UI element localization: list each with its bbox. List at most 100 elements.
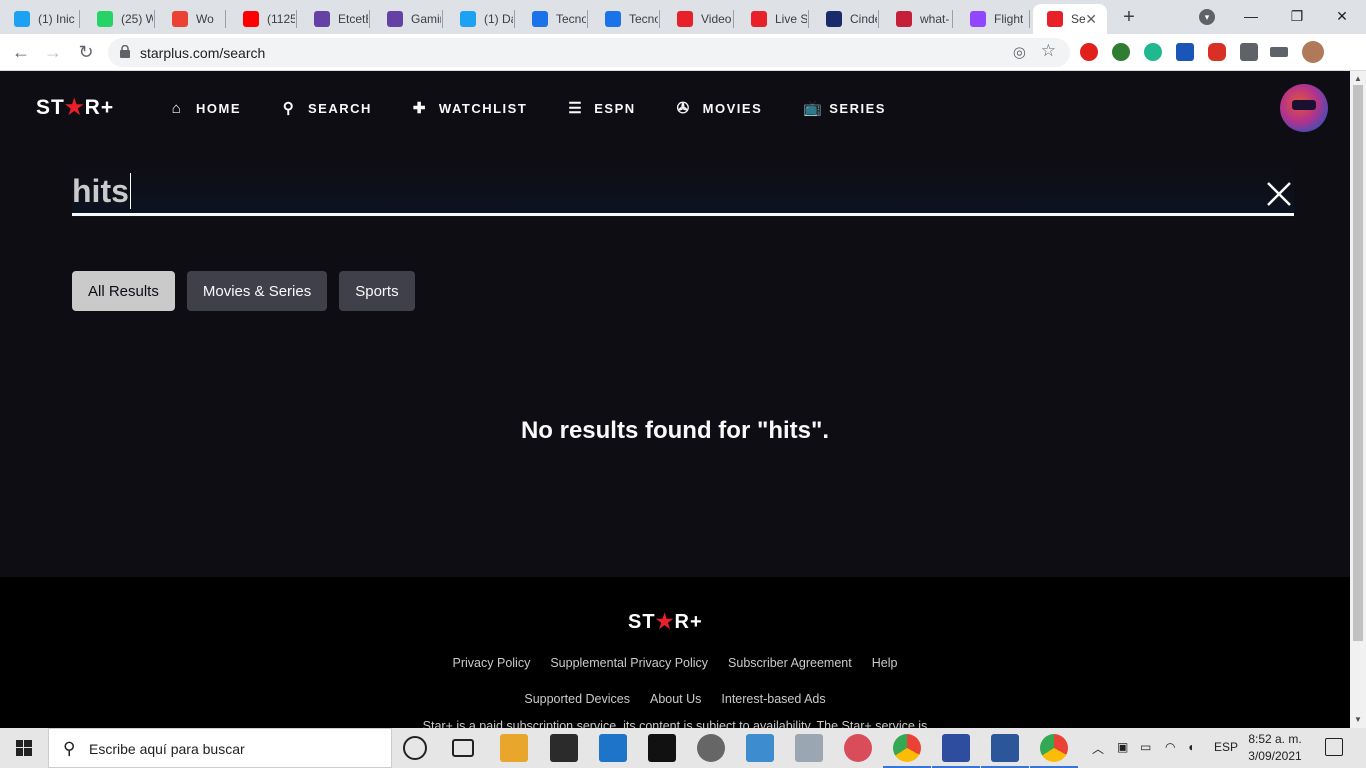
- extension-refresh-icon[interactable]: [1144, 43, 1162, 61]
- browser-tab[interactable]: EtcetE: [300, 4, 368, 34]
- url-text[interactable]: starplus.com/search: [140, 45, 265, 61]
- nav-item-watchlist[interactable]: ✚ WATCHLIST: [413, 99, 527, 117]
- tab-separator: [369, 10, 370, 28]
- extension-tag-icon[interactable]: [1176, 43, 1194, 61]
- cortana-icon[interactable]: [403, 736, 427, 760]
- system-clock[interactable]: 8:52 a. m. 3/09/2021: [1240, 731, 1310, 765]
- volume-icon[interactable]: ◖: [1187, 740, 1194, 754]
- browser-tab-label: (1) Inic: [38, 12, 75, 26]
- search-icon: ⚲: [282, 100, 296, 117]
- filter-chip-all-results[interactable]: All Results: [72, 271, 175, 311]
- chrome-profile-icon[interactable]: [1030, 734, 1078, 768]
- browser-tab[interactable]: Tecno: [591, 4, 658, 34]
- browser-tab[interactable]: Wo: [158, 4, 224, 34]
- filter-chip-sports[interactable]: Sports: [339, 271, 415, 311]
- bookmark-star-icon[interactable]: ☆: [1041, 41, 1056, 61]
- chrome-icon[interactable]: [883, 734, 931, 768]
- settings-gear-icon[interactable]: [697, 734, 725, 762]
- windows-start-icon[interactable]: [0, 728, 48, 768]
- address-bar[interactable]: starplus.com/search ◎ ☆: [108, 38, 1070, 67]
- close-tab-icon[interactable]: ✕: [1085, 11, 1097, 28]
- extension-adblock-icon[interactable]: [1080, 43, 1098, 61]
- browser-tab-label: (1) Da: [484, 12, 513, 26]
- browser-tab[interactable]: (1) Da: [446, 4, 513, 34]
- page-scrollbar[interactable]: ▲ ▼: [1350, 71, 1366, 728]
- close-window-button[interactable]: ✕: [1327, 4, 1357, 28]
- scroll-down-icon[interactable]: ▼: [1354, 715, 1362, 724]
- reload-icon[interactable]: ↻: [74, 40, 98, 64]
- control-panel-icon[interactable]: [746, 734, 774, 762]
- footer-link[interactable]: Supported Devices: [524, 692, 630, 706]
- scroll-up-icon[interactable]: ▲: [1354, 74, 1362, 83]
- footer-starplus-logo[interactable]: ST★R+: [628, 609, 703, 634]
- tab-separator: [808, 10, 809, 28]
- extensions-puzzle-icon[interactable]: [1240, 43, 1258, 61]
- nav-item-search[interactable]: ⚲ SEARCH: [282, 99, 372, 117]
- remote-desktop-icon[interactable]: [932, 734, 980, 768]
- tab-separator: [225, 10, 226, 28]
- browser-tab[interactable]: Video: [663, 4, 732, 34]
- new-tab-button[interactable]: +: [1118, 6, 1140, 28]
- browser-tab[interactable]: Tecno: [518, 4, 586, 34]
- tab-separator: [878, 10, 879, 28]
- browser-tab[interactable]: what-: [882, 4, 951, 34]
- back-icon[interactable]: ←: [9, 40, 33, 64]
- footer-link[interactable]: Interest-based Ads: [721, 692, 825, 706]
- forward-icon[interactable]: →: [41, 40, 65, 64]
- task-view-icon[interactable]: [452, 739, 474, 757]
- language-indicator[interactable]: ESP: [1214, 740, 1238, 754]
- mail-icon[interactable]: [599, 734, 627, 762]
- search-input[interactable]: [72, 167, 1252, 213]
- maximize-button[interactable]: ❐: [1282, 4, 1312, 28]
- browser-tab[interactable]: Cinder: [812, 4, 877, 34]
- twitch-icon: [970, 11, 986, 27]
- espn-icon: ☰: [568, 100, 584, 117]
- browser-tab-label: Tecno: [629, 12, 658, 26]
- photos-icon[interactable]: [795, 734, 823, 762]
- browser-tab-label: Tecno: [556, 12, 586, 26]
- footer-link[interactable]: Help: [872, 656, 898, 670]
- profile-avatar[interactable]: [1302, 41, 1324, 63]
- starplus-logo[interactable]: ST★R+: [36, 95, 114, 120]
- word-icon[interactable]: [981, 734, 1029, 768]
- browser-tab[interactable]: (1) Inic: [0, 4, 78, 34]
- nav-item-movies[interactable]: ✇ MOVIES: [677, 99, 763, 117]
- result-filters: All Results Movies & Series Sports: [72, 271, 427, 311]
- nav-item-home[interactable]: ⌂ HOME: [170, 99, 241, 117]
- store-icon[interactable]: [550, 734, 578, 762]
- minimize-button[interactable]: —: [1236, 4, 1266, 28]
- device-icon[interactable]: ▣: [1117, 740, 1128, 754]
- scrollbar-thumb[interactable]: [1353, 85, 1363, 641]
- browser-tab[interactable]: Live S: [737, 4, 807, 34]
- star-icon: [751, 11, 767, 27]
- footer-link[interactable]: About Us: [650, 692, 701, 706]
- nav-item-espn[interactable]: ☰ ESPN: [568, 99, 635, 117]
- media-control-icon[interactable]: [1270, 47, 1288, 57]
- browser-tab[interactable]: (1125): [229, 4, 295, 34]
- file-explorer-icon[interactable]: [500, 734, 528, 762]
- notifications-icon[interactable]: [1325, 738, 1343, 756]
- browser-tab[interactable]: Se ✕: [1033, 4, 1107, 34]
- battery-icon[interactable]: ▭: [1140, 740, 1151, 754]
- extension-tickets-icon[interactable]: [1208, 43, 1226, 61]
- wifi-icon[interactable]: ◠: [1165, 740, 1175, 754]
- tab-search-icon[interactable]: ▾: [1199, 9, 1215, 25]
- nav-item-series[interactable]: 📺 SERIES: [803, 99, 886, 117]
- footer-link[interactable]: Subscriber Agreement: [728, 656, 852, 670]
- paint-icon[interactable]: [844, 734, 872, 762]
- extension-globe-icon[interactable]: [1112, 43, 1130, 61]
- footer-link[interactable]: Supplemental Privacy Policy: [550, 656, 708, 670]
- clear-search-icon[interactable]: [1266, 181, 1292, 207]
- eye-off-icon[interactable]: ◎: [1013, 43, 1026, 61]
- chevron-up-icon[interactable]: ︿: [1092, 740, 1104, 757]
- filter-chip-movies-series[interactable]: Movies & Series: [186, 271, 328, 311]
- terminal-icon[interactable]: [648, 734, 676, 762]
- footer-link[interactable]: Privacy Policy: [453, 656, 531, 670]
- tv-icon: 📺: [803, 100, 824, 117]
- taskbar-search-box[interactable]: ⚲ Escribe aquí para buscar: [48, 728, 392, 768]
- browser-tab[interactable]: (25) W: [83, 4, 153, 34]
- user-avatar[interactable]: [1280, 84, 1328, 132]
- browser-tab[interactable]: Flight: [956, 4, 1028, 34]
- browser-tab[interactable]: Gamir: [373, 4, 441, 34]
- browser-tab-label: (1125): [267, 12, 295, 26]
